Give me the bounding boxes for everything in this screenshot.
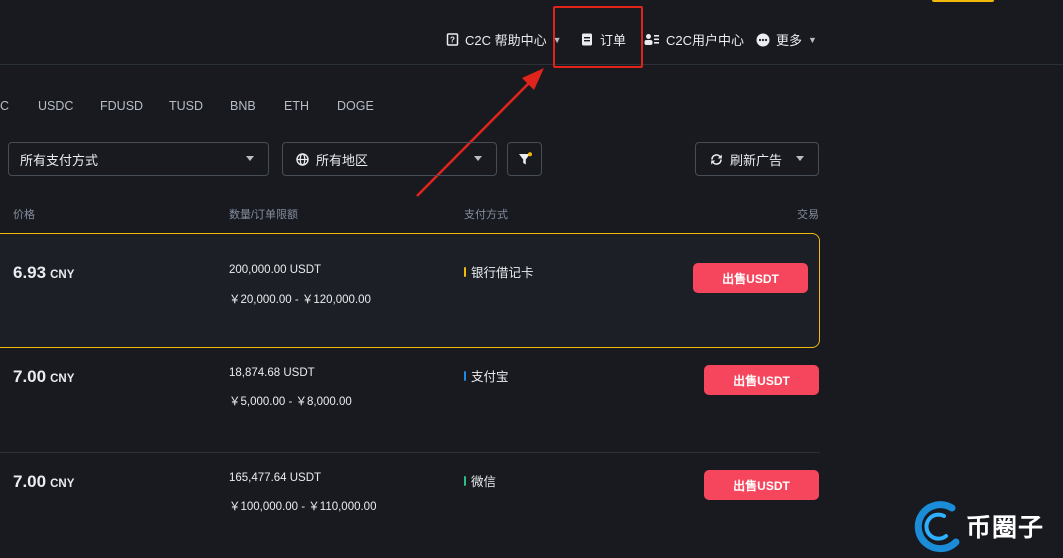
coin-tab[interactable]: FDUSD [100, 99, 143, 113]
ad-payment-method: 微信 [464, 471, 496, 490]
ad-payment-method: 银行借记卡 [464, 262, 534, 281]
coin-tab[interactable]: BNB [230, 99, 256, 113]
ad-price-currency: CNY [50, 269, 75, 281]
ad-payment-label: 银行借记卡 [471, 266, 534, 280]
filter-button[interactable] [507, 142, 542, 176]
ad-quantity: 165,477.64 USDT [229, 472, 322, 484]
payment-method-select-value: 所有支付方式 [20, 152, 99, 168]
coin-tab[interactable]: ETH [284, 99, 309, 113]
caret-down-icon [246, 156, 254, 161]
ad-price-currency: CNY [50, 373, 75, 385]
ad-price-value: 7.00 [13, 472, 47, 491]
ad-price-value: 6.93 [13, 263, 47, 282]
region-select-value: 所有地区 [316, 152, 369, 168]
payment-color-bar [464, 266, 466, 277]
coin-tab[interactable]: USDC [38, 99, 73, 113]
caret-down-icon [796, 156, 804, 161]
column-header-payment: 支付方式 [464, 209, 508, 221]
coin-tab[interactable]: DOGE [337, 99, 374, 113]
ad-price: 7.00 CNY [13, 367, 74, 387]
ad-price: 6.93 CNY [13, 263, 74, 283]
payment-color-bar [464, 475, 466, 486]
watermark-logo-icon [912, 498, 962, 554]
payment-method-select[interactable]: 所有支付方式 [8, 142, 269, 176]
ad-limit: ￥5,000.00 - ￥8,000.00 [229, 396, 352, 408]
watermark-text: 币圈子 [966, 514, 1045, 542]
ad-payment-label: 支付宝 [471, 370, 509, 384]
refresh-ads-button[interactable]: 刷新广告 [695, 142, 819, 176]
refresh-icon [710, 153, 723, 166]
column-header-quantity-limit: 数量/订单限额 [229, 209, 299, 221]
ad-price-currency: CNY [50, 478, 75, 490]
ad-payment-label: 微信 [471, 475, 497, 489]
ad-limit: ￥100,000.00 - ￥110,000.00 [229, 501, 377, 513]
ad-quantity: 200,000.00 USDT [229, 264, 322, 276]
filter-icon [518, 152, 532, 166]
row-divider [0, 452, 820, 453]
sell-usdt-button[interactable]: 出售USDT [704, 470, 819, 500]
caret-down-icon [474, 156, 482, 161]
sell-usdt-button[interactable]: 出售USDT [704, 365, 819, 395]
refresh-ads-label: 刷新广告 [730, 152, 783, 168]
column-header-trade: 交易 [797, 209, 819, 221]
ad-quantity: 18,874.68 USDT [229, 367, 315, 379]
payment-color-bar [464, 370, 466, 381]
ad-payment-method: 支付宝 [464, 366, 509, 385]
region-select[interactable]: 所有地区 [282, 142, 497, 176]
ad-price: 7.00 CNY [13, 472, 74, 492]
column-header-price: 价格 [13, 209, 35, 221]
coin-tab[interactable]: C [0, 99, 9, 113]
ad-price-value: 7.00 [13, 367, 47, 386]
sell-usdt-button[interactable]: 出售USDT [693, 263, 808, 293]
globe-icon [296, 152, 309, 166]
ad-limit: ￥20,000.00 - ￥120,000.00 [229, 294, 371, 306]
watermark: 币圈子 [912, 498, 1044, 554]
coin-tab[interactable]: TUSD [169, 99, 203, 113]
